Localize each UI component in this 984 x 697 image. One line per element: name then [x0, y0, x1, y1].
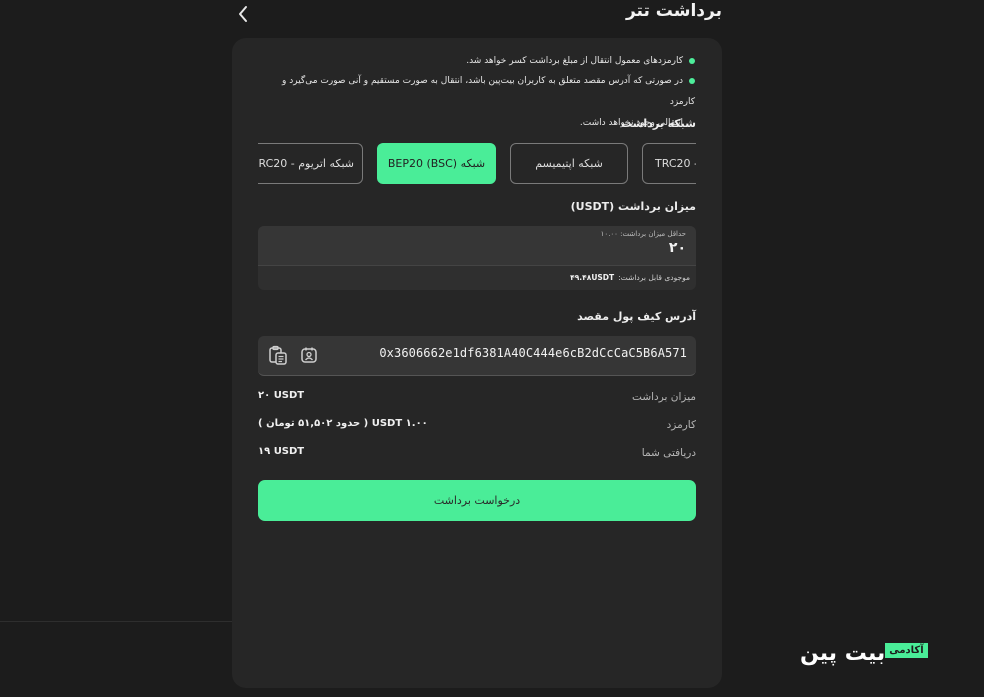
network-option-optimism[interactable]: شبکه اپتیمیسم — [510, 143, 628, 184]
brand-name: بیت پین — [800, 640, 886, 666]
amount-input[interactable]: حداقل میزان برداشت: ۱۰.۰۰ ۲۰ — [258, 226, 696, 266]
network-option-label: TRC20 - — [655, 157, 696, 170]
summary-amount-label: میزان برداشت — [632, 391, 696, 403]
amount-field-group: حداقل میزان برداشت: ۱۰.۰۰ ۲۰ موجودی قابل… — [258, 226, 696, 290]
balance-value: ۴۹.۴۸USDT — [570, 273, 615, 282]
bullet-dot — [689, 57, 695, 64]
available-balance: موجودی قابل برداشت:۴۹.۴۸USDT — [570, 273, 690, 282]
contact-book-icon — [301, 347, 317, 363]
page-title: برداشت تتر — [625, 1, 722, 21]
note-internal-text: در صورتی که آدرس مقصد متعلق به کاربران ب… — [282, 76, 695, 107]
network-selector: TRC20 - شبکه اپتیمیسم شبکه BEP20 (BSC) ش… — [258, 143, 696, 185]
summary-fee-value: ( حدود ۵۱,۵۰۲ تومان ) USDT ۱.۰۰ — [258, 418, 428, 429]
submit-withdraw-button[interactable]: درخواست برداشت — [258, 480, 696, 521]
amount-label: میزان برداشت (USDT) — [570, 200, 696, 213]
network-option-label: شبکه اپتیمیسم — [535, 157, 603, 170]
paste-icon — [269, 345, 287, 365]
note-fees-text: کارمزدهای معمول انتقال از مبلغ برداشت کس… — [466, 56, 683, 66]
network-option-label: شبکه BEP20 (BSC) — [387, 157, 486, 170]
summary-receive-value: ۱۹ USDT — [258, 446, 305, 457]
summary-amount-row: میزان برداشت ۲۰ USDT — [258, 388, 696, 408]
network-option-bep20[interactable]: شبکه BEP20 (BSC) — [377, 143, 496, 184]
min-withdraw-hint: حداقل میزان برداشت: ۱۰.۰۰ — [600, 230, 686, 238]
network-option-trc20[interactable]: TRC20 - — [642, 143, 696, 184]
summary-receive-row: دریافتی شما ۱۹ USDT — [258, 444, 696, 464]
contact-book-button[interactable] — [298, 344, 320, 366]
paste-button[interactable] — [267, 344, 289, 366]
back-button[interactable] — [232, 2, 254, 26]
address-label: آدرس کیف پول مقصد — [577, 310, 696, 323]
summary-fee-row: کارمزد ( حدود ۵۱,۵۰۲ تومان ) USDT ۱.۰۰ — [258, 416, 696, 436]
withdraw-card: کارمزدهای معمول انتقال از مبلغ برداشت کس… — [232, 38, 722, 688]
summary-receive-label: دریافتی شما — [641, 447, 696, 459]
brand-logo: آکادمی بیت پین — [800, 640, 930, 666]
balance-label: موجودی قابل برداشت: — [618, 273, 690, 282]
bullet-dot — [689, 77, 695, 84]
address-value: 0x3606662e1df6381A40C444e6cB2dCcCaC5B6A5… — [379, 346, 687, 360]
summary-fee-label: کارمزد — [666, 419, 696, 431]
network-label: شبکه برداشت — [620, 117, 696, 130]
note-fees: کارمزدهای معمول انتقال از مبلغ برداشت کس… — [255, 51, 695, 72]
address-input[interactable]: 0x3606662e1df6381A40C444e6cB2dCcCaC5B6A5… — [258, 336, 696, 376]
chevron-left-icon — [239, 6, 247, 22]
left-divider — [0, 621, 233, 622]
summary-amount-value: ۲۰ USDT — [258, 390, 305, 401]
network-option-label: شبکه اتریوم - ERC20 — [258, 157, 354, 170]
amount-value: ۲۰ — [668, 240, 686, 256]
brand-tag: آکادمی — [885, 642, 928, 658]
network-option-erc20[interactable]: شبکه اتریوم - ERC20 — [258, 143, 363, 184]
